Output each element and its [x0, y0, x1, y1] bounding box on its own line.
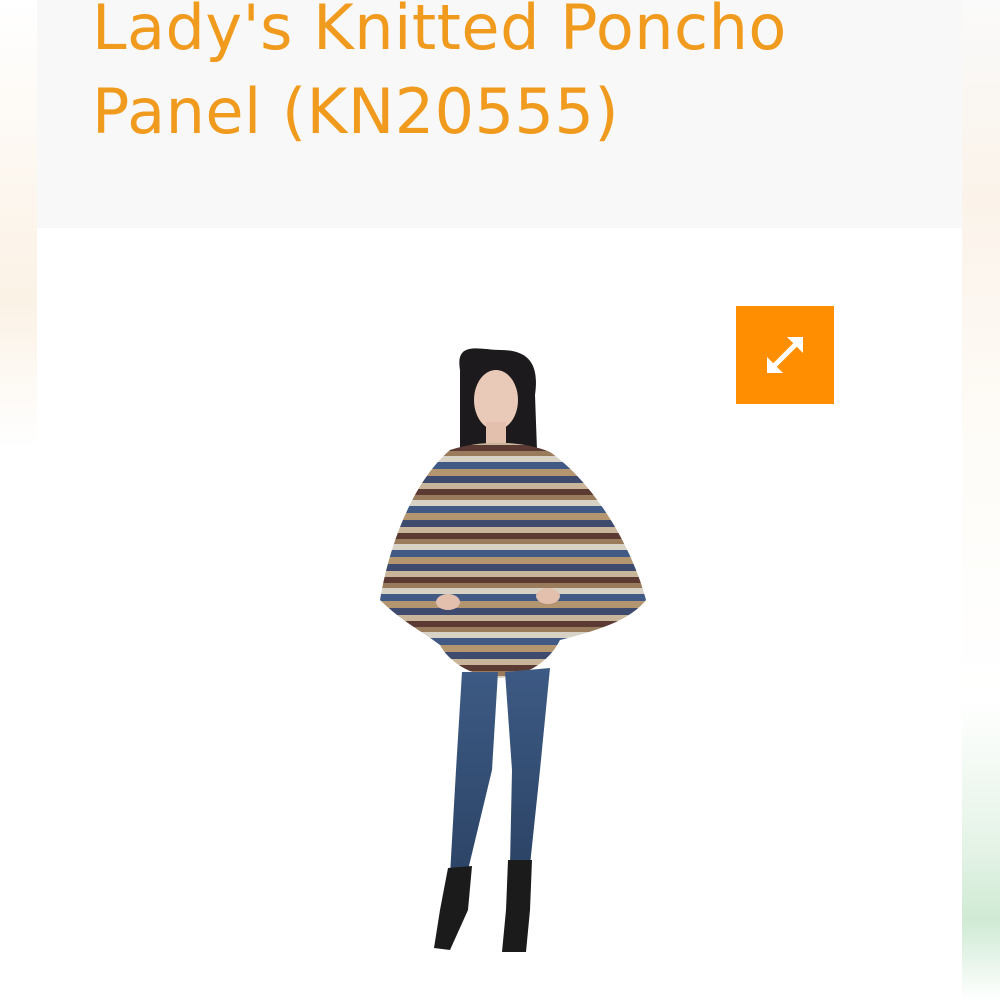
expand-image-button[interactable]	[736, 306, 834, 404]
expand-arrows-icon	[767, 337, 803, 373]
right-margin	[961, 0, 1000, 1000]
product-page: Lady's Knitted Poncho Panel (KN20555)	[0, 0, 1000, 1000]
left-margin	[0, 0, 37, 1000]
product-image[interactable]	[300, 300, 700, 980]
product-title: Lady's Knitted Poncho Panel (KN20555)	[92, 0, 787, 148]
